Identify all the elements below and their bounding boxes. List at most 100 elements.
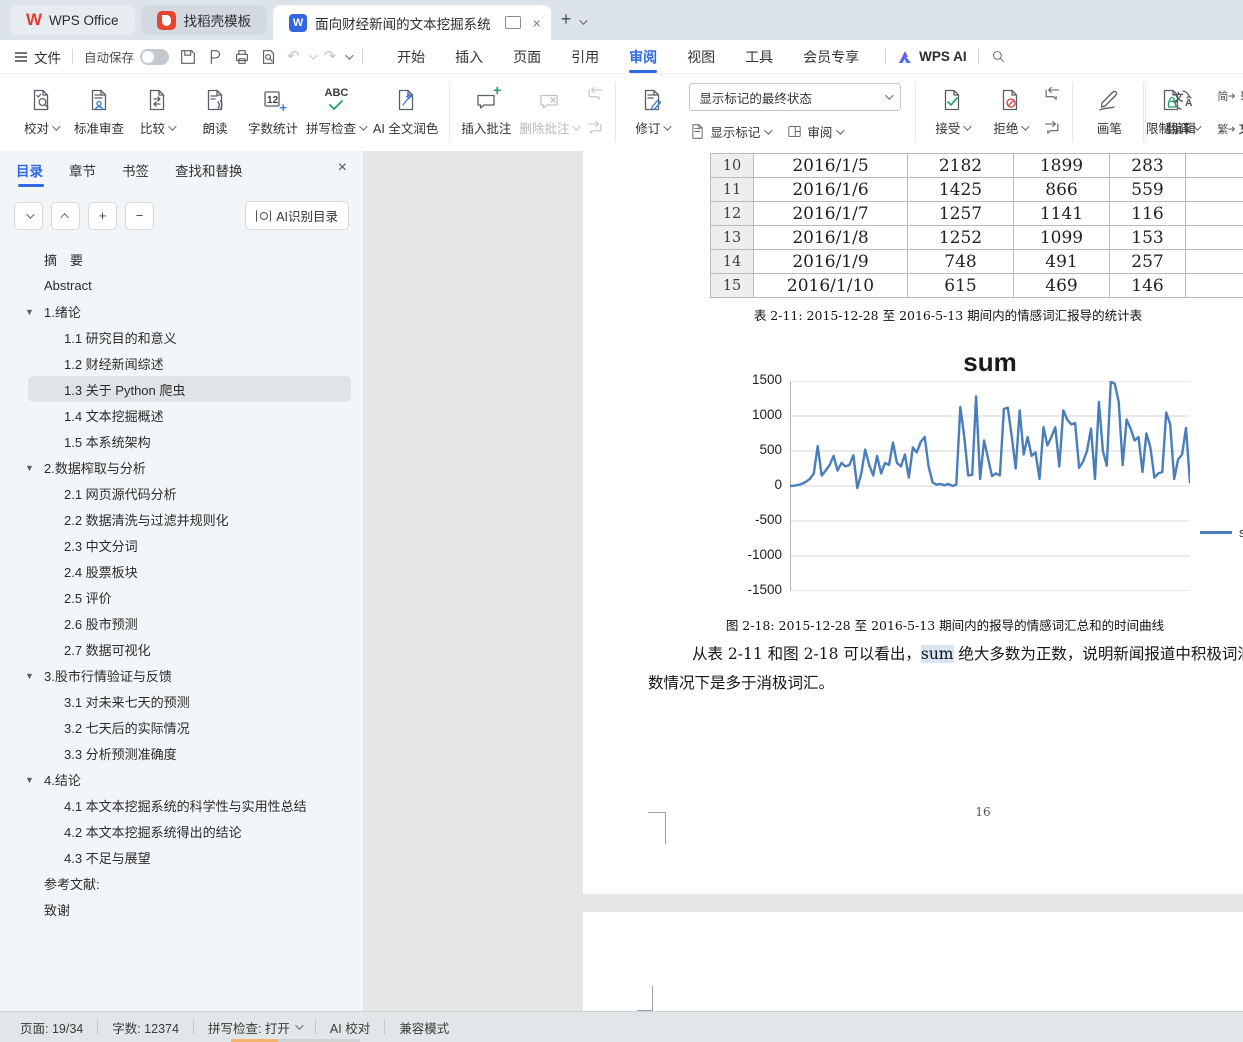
toc-item[interactable]: 1.5 本系统架构: [0, 428, 363, 454]
menu-tab-工具[interactable]: 工具: [730, 40, 788, 73]
wps-ai-button[interactable]: WPS AI: [897, 49, 967, 64]
toc-zoom-in-button[interactable]: +: [88, 202, 117, 230]
toc-collapse-button[interactable]: [51, 202, 80, 230]
menu-tab-会员专享[interactable]: 会员专享: [788, 40, 874, 73]
qat-more-icon[interactable]: [345, 51, 353, 59]
next-change-icon[interactable]: [1041, 119, 1063, 139]
toc-item[interactable]: 3.2 七天后的实际情况: [0, 714, 363, 740]
divider: [978, 49, 979, 64]
toc-item[interactable]: 1.3 关于 Python 爬虫: [28, 376, 351, 402]
show-markup-button[interactable]: 显示标记: [689, 122, 770, 141]
toc-item[interactable]: ▼2.数据榨取与分析: [0, 454, 363, 480]
toc-item[interactable]: 2.7 数据可视化: [0, 636, 363, 662]
toc-item[interactable]: 4.3 不足与展望: [0, 844, 363, 870]
status-page[interactable]: 页面: 19/34: [20, 1018, 83, 1037]
toc-item[interactable]: 1.2 财经新闻综述: [0, 350, 363, 376]
toc-item[interactable]: 2.1 网页源代码分析: [0, 480, 363, 506]
spell-check-button[interactable]: ABC 拼写检查: [302, 80, 369, 144]
accept-button[interactable]: 接受: [923, 80, 981, 144]
tab-wps-home[interactable]: W WPS Office: [10, 5, 135, 35]
tab-document[interactable]: W 面向财经新闻的文本挖掘系统 ×: [273, 5, 551, 40]
tab-list-button[interactable]: [579, 9, 585, 30]
margin-corner-mark: [637, 986, 653, 1011]
insert-comment-button[interactable]: + 插入批注: [457, 80, 515, 144]
review-pane-button[interactable]: 审阅: [786, 122, 842, 141]
close-tab-icon[interactable]: ×: [533, 15, 541, 31]
toc-item[interactable]: 2.4 股票板块: [0, 558, 363, 584]
word-count-button[interactable]: 12 + 字数统计: [244, 80, 302, 144]
doc-permission-button[interactable]: 文档: [1212, 80, 1243, 144]
document-page-17[interactable]: [583, 912, 1243, 1012]
delete-comment-button[interactable]: 删除批注: [515, 80, 582, 144]
status-compat-mode[interactable]: 兼容模式: [399, 1018, 449, 1037]
next-comment-icon[interactable]: [584, 119, 606, 139]
undo-icon[interactable]: ↶: [287, 49, 300, 64]
toc-item[interactable]: 4.2 本文本挖掘系统得出的结论: [0, 818, 363, 844]
toc-zoom-out-button[interactable]: −: [125, 202, 154, 230]
reject-button[interactable]: 拒绝: [981, 80, 1039, 144]
toc-expand-button[interactable]: [14, 202, 43, 230]
toc-item[interactable]: 4.1 本文本挖掘系统的科学性与实用性总结: [0, 792, 363, 818]
toc-item[interactable]: 3.1 对未来七天的预测: [0, 688, 363, 714]
collapse-arrow-icon[interactable]: ▼: [25, 671, 34, 681]
status-word-count[interactable]: 字数: 12374: [112, 1018, 179, 1037]
status-ai-proof[interactable]: AI 校对: [330, 1018, 370, 1037]
toc-item[interactable]: 1.4 文本挖掘概述: [0, 402, 363, 428]
toc-item[interactable]: Abstract: [0, 272, 363, 298]
sidebar-tab-书签[interactable]: 书签: [122, 151, 149, 189]
save-icon[interactable]: [179, 48, 197, 66]
menu-tab-视图[interactable]: 视图: [672, 40, 730, 73]
menu-tab-页面[interactable]: 页面: [498, 40, 556, 73]
body-paragraph[interactable]: 从表 2-11 和图 2-18 可以看出，sum 绝大多数为正数，说明新闻报道中…: [648, 640, 1243, 698]
proof-button[interactable]: 校对: [12, 80, 70, 144]
toc-item[interactable]: 参考文献:: [0, 870, 363, 896]
export-pdf-icon[interactable]: [206, 48, 224, 66]
screen-share-icon[interactable]: [505, 16, 521, 29]
autosave-toggle[interactable]: [140, 49, 169, 65]
file-menu-button[interactable]: 文件: [14, 47, 61, 67]
brush-button[interactable]: 画笔: [1080, 80, 1138, 144]
previous-change-icon[interactable]: [1041, 85, 1063, 105]
menu-tab-插入[interactable]: 插入: [440, 40, 498, 73]
search-icon[interactable]: [990, 48, 1007, 65]
toc-item[interactable]: 1.1 研究目的和意义: [0, 324, 363, 350]
document-area[interactable]: 102016/1/521821899283112016/1/6142586655…: [363, 151, 1243, 1012]
new-tab-button[interactable]: +: [561, 9, 572, 30]
standard-review-button[interactable]: 标准审查: [70, 80, 128, 144]
read-aloud-button[interactable]: 朗读: [186, 80, 244, 144]
toc-item[interactable]: 致谢: [0, 896, 363, 922]
tab-template-store[interactable]: 找稻壳模板: [141, 5, 268, 35]
markup-state-select[interactable]: 显示标记的最终状态: [689, 83, 901, 111]
sidebar-tab-章节[interactable]: 章节: [69, 151, 96, 189]
status-spell-check[interactable]: 拼写检查: 打开: [208, 1018, 301, 1037]
collapse-arrow-icon[interactable]: ▼: [25, 307, 34, 317]
print-preview-icon[interactable]: [260, 48, 278, 66]
revise-button[interactable]: 修订: [623, 80, 681, 144]
menu-tab-审阅[interactable]: 审阅: [614, 40, 672, 73]
toc-item[interactable]: 3.3 分析预测准确度: [0, 740, 363, 766]
collapse-arrow-icon[interactable]: ▼: [25, 775, 34, 785]
undo-chevron-icon[interactable]: [309, 51, 317, 59]
ai-polish-button[interactable]: AI 全文润色: [369, 80, 442, 144]
sidebar-tab-查找和替换[interactable]: 查找和替换: [175, 151, 243, 189]
toc-item[interactable]: ▼1.绪论: [0, 298, 363, 324]
toc-item[interactable]: 2.3 中文分词: [0, 532, 363, 558]
restrict-edit-button[interactable]: 限制编辑: [1142, 80, 1200, 144]
toc-item[interactable]: 2.6 股市预测: [0, 610, 363, 636]
toc-item[interactable]: ▼4.结论: [0, 766, 363, 792]
ai-recognize-toc-button[interactable]: AI识别目录: [245, 201, 349, 230]
menu-tab-引用[interactable]: 引用: [556, 40, 614, 73]
redo-icon[interactable]: ↷: [324, 49, 337, 64]
previous-comment-icon[interactable]: [584, 85, 606, 105]
sidebar-close-icon[interactable]: ×: [338, 159, 347, 177]
toc-item[interactable]: 2.5 评价: [0, 584, 363, 610]
sidebar-tab-目录[interactable]: 目录: [16, 151, 43, 189]
menu-tab-开始[interactable]: 开始: [382, 40, 440, 73]
print-icon[interactable]: [233, 48, 251, 66]
toc-item[interactable]: ▼3.股市行情验证与反馈: [0, 662, 363, 688]
toc-item[interactable]: 2.2 数据清洗与过滤并规则化: [0, 506, 363, 532]
collapse-arrow-icon[interactable]: ▼: [25, 463, 34, 473]
document-page-16[interactable]: 102016/1/521821899283112016/1/6142586655…: [583, 151, 1243, 894]
compare-button[interactable]: 比较: [128, 80, 186, 144]
toc-item[interactable]: 摘 要: [0, 246, 363, 272]
